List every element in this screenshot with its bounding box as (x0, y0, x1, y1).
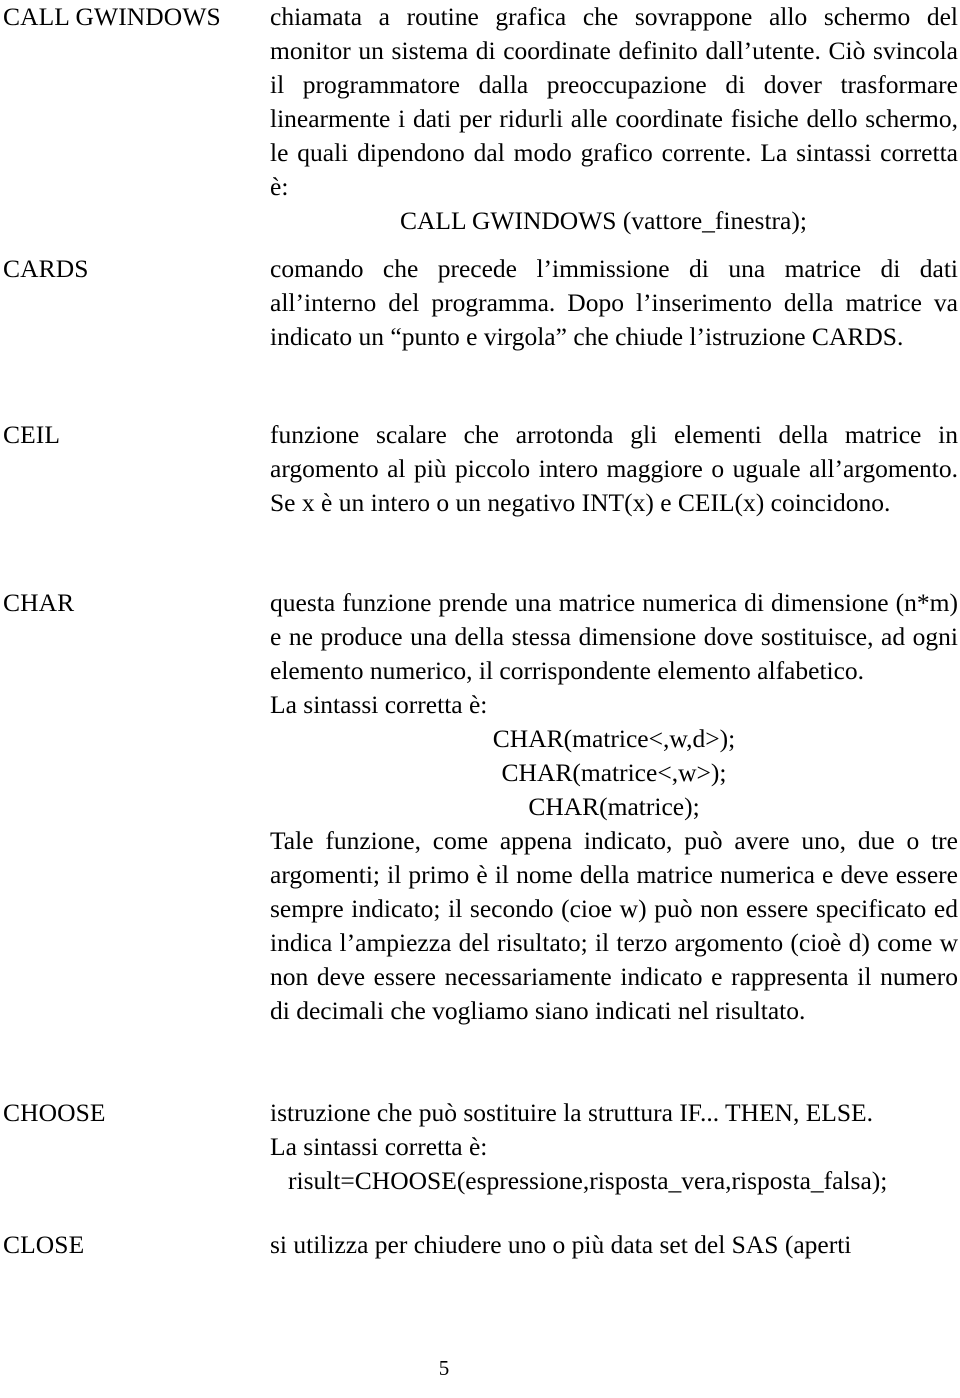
page-number: 5 (438, 1356, 450, 1380)
glossary-entry: CALL GWINDOWS chiamata a routine grafica … (0, 0, 960, 238)
entry-term: CHAR (3, 588, 75, 617)
syntax-line: CHAR(matrice<,w>); (501, 758, 727, 787)
body-paragraph: chiamata a routine grafica che sovrappon… (270, 2, 958, 201)
glossary-entry: CEIL funzione scalare che arrotonda gli e… (0, 418, 960, 520)
entry-term: CARDS (3, 254, 89, 283)
syntax-line: risult=CHOOSE(espressione,risposta_vera,… (288, 1166, 888, 1195)
glossary-entry: CARDS comando che precede l’immissione di… (0, 252, 960, 354)
glossary-entry: CHAR questa funzione prende una matrice n… (0, 586, 960, 1028)
body-paragraph: funzione scalare che arrotonda gli eleme… (270, 420, 958, 517)
syntax-line: CALL GWINDOWS (vattore_finestra); (400, 206, 807, 235)
entry-body: si utilizza per chiudere uno o più data … (270, 1228, 958, 1262)
syntax-line: CHAR(matrice); (528, 792, 700, 821)
body-paragraph: Tale funzione, come appena indicato, può… (270, 826, 958, 1025)
glossary-entry: CHOOSE istruzione che può sostituire la s… (0, 1096, 960, 1198)
entry-body: istruzione che può sostituire la struttu… (270, 1096, 958, 1198)
entry-term: CALL GWINDOWS (3, 2, 221, 31)
entry-body: questa funzione prende una matrice numer… (270, 586, 958, 1028)
body-line: si utilizza per chiudere uno o più data … (270, 1230, 852, 1259)
document-page: CALL GWINDOWS chiamata a routine grafica … (0, 0, 960, 1398)
body-paragraph: comando che precede l’immissione di una … (270, 254, 958, 351)
entry-term: CHOOSE (3, 1098, 106, 1127)
body-line: La sintassi corretta è: (270, 1132, 488, 1161)
body-paragraph: questa funzione prende una matrice numer… (270, 588, 958, 685)
body-line: istruzione che può sostituire la struttu… (270, 1098, 874, 1127)
glossary-entry: CLOSE si utilizza per chiudere uno o più … (0, 1228, 960, 1262)
entry-body: funzione scalare che arrotonda gli eleme… (270, 418, 958, 520)
entry-body: comando che precede l’immissione di una … (270, 252, 958, 354)
entry-term: CLOSE (3, 1230, 85, 1259)
syntax-line: CHAR(matrice<,w,d>); (492, 724, 736, 753)
entry-term: CEIL (3, 420, 61, 449)
entry-body: chiamata a routine grafica che sovrappon… (270, 0, 958, 238)
body-line: La sintassi corretta è: (270, 690, 488, 719)
